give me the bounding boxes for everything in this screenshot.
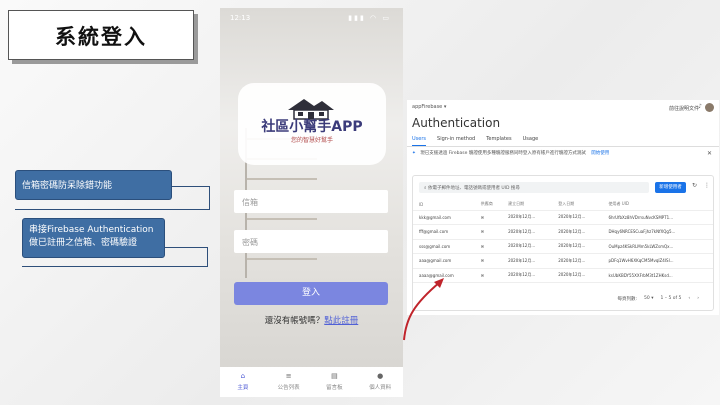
column-header: 登入日期 <box>552 199 603 211</box>
signed-in-date: 2020年12月... <box>552 210 603 225</box>
board-icon: ▤ <box>331 372 338 380</box>
callout-validation-text: 信箱密碼防呆除錯功能 <box>22 181 113 191</box>
signed-in-date: 2020年12月... <box>552 268 603 283</box>
page-title: Authentication <box>412 116 501 130</box>
tab-home[interactable]: ⌂ 主頁 <box>220 367 266 397</box>
column-header: 建立日期 <box>502 199 553 211</box>
table-row[interactable]: aaa@gmail.com ✉ 2020年12月... 2020年12月... … <box>413 253 713 269</box>
bottom-tab-bar: ⌂ 主頁 ≡ 公告列表 ▤ 留言板 ● 個人資料 <box>220 367 403 397</box>
home-icon: ⌂ <box>240 372 246 380</box>
user-uid: OuMpz4KSkRLMm5kLWZsmQx... <box>602 239 713 254</box>
created-date: 2020年12月... <box>502 239 553 254</box>
tab-templates[interactable]: Templates <box>486 136 511 146</box>
pagination: 每頁列數: 50 ▾ 1 – 5 of 5 ‹ › <box>618 296 699 302</box>
app-subtitle: 您的智慧好幫手 <box>290 137 333 144</box>
callout-firebase-line2: 做已註冊之信箱、密碼驗證 <box>29 238 138 248</box>
banner-learn-link[interactable]: 開始使用 <box>591 151 609 156</box>
user-uid: pDFq1WvH6XKqCM5MvqIZ4ISl... <box>602 253 713 269</box>
mail-icon: ✉ <box>474 210 503 225</box>
table-row[interactable]: kkk@gmail.com ✉ 2020年12月... 2020年12月... … <box>413 210 713 225</box>
created-date: 2020年12月... <box>502 268 553 283</box>
sparkle-icon: ✦ <box>412 151 416 156</box>
email-field[interactable]: 信箱 <box>234 190 388 213</box>
created-date: 2020年12月... <box>502 253 553 269</box>
tab-sign-in-method[interactable]: Sign-in method <box>437 136 475 146</box>
status-time: 12:13 <box>230 14 251 22</box>
tab-profile[interactable]: ● 個人資料 <box>357 367 403 397</box>
tab-usage[interactable]: Usage <box>523 136 539 146</box>
mail-icon: ✉ <box>474 239 503 254</box>
signup-link[interactable]: 點此註冊 <box>324 316 358 326</box>
status-indicators: ▮▮▮ ◠ ▭ <box>348 14 391 22</box>
app-title: 社區小幫手APP <box>261 119 363 135</box>
search-input[interactable]: ⌕ 依電子郵件地址、電話號碼或使用者 UID 搜尋 <box>419 182 649 193</box>
slide-title: 系統登入 <box>55 25 147 49</box>
docs-link[interactable]: 前往說明文件 <box>669 105 699 112</box>
created-date: 2020年12月... <box>502 210 553 225</box>
signup-row: 還沒有帳號嗎？點此註冊 <box>220 314 403 326</box>
signed-in-date: 2020年12月... <box>552 239 603 254</box>
slide: 系統登入 信箱密碼防呆除錯功能 串接Firebase Authenticatio… <box>0 0 720 405</box>
user-uid: ksUbKBDY55XXFrbM3t1ZHKsd... <box>602 268 713 283</box>
person-icon: ● <box>377 372 384 380</box>
signup-prompt: 還沒有帳號嗎？ <box>264 316 325 326</box>
list-icon: ≡ <box>285 372 292 380</box>
user-email: kkk@gmail.com <box>413 210 475 225</box>
tab-profile-label: 個人資料 <box>369 385 392 391</box>
login-button[interactable]: 登入 <box>234 282 388 305</box>
close-icon[interactable]: ✕ <box>707 150 712 157</box>
divider <box>407 146 719 147</box>
column-header: 供應商 <box>474 199 503 211</box>
tab-board[interactable]: ▤ 留言板 <box>312 367 358 397</box>
prev-page-icon[interactable]: ‹ <box>688 296 690 302</box>
tab-announcements-label: 公告列表 <box>277 385 300 391</box>
column-header: ID <box>413 199 475 211</box>
phone-status-bar: 12:13 ▮▮▮ ◠ ▭ <box>220 8 403 26</box>
column-header: 使用者 UID <box>602 199 713 211</box>
user-email: aaa@gmail.com <box>413 253 475 269</box>
user-email: fff@gmail.com <box>413 224 475 240</box>
rows-per-page-label: 每頁列數: <box>617 297 638 302</box>
table-row[interactable]: sss@gmail.com ✉ 2020年12月... 2020年12月... … <box>413 239 713 254</box>
tab-board-label: 留言板 <box>326 385 343 391</box>
password-placeholder: 密碼 <box>242 238 258 247</box>
tab-announcements[interactable]: ≡ 公告列表 <box>266 367 312 397</box>
callout-firebase: 串接Firebase Authentication 做已註冊之信箱、密碼驗證 <box>22 218 165 258</box>
annotation-arrow <box>403 278 444 341</box>
next-page-icon[interactable]: › <box>697 296 699 302</box>
tab-home-label: 主頁 <box>237 385 249 391</box>
page-range: 1 – 5 of 5 <box>660 296 682 301</box>
password-field[interactable]: 密碼 <box>234 230 388 253</box>
rows-per-page-select[interactable]: 50 ▾ <box>644 296 653 302</box>
mail-icon: ✉ <box>474 253 503 269</box>
tab-users[interactable]: Users <box>412 136 427 146</box>
user-uid: DHqy6NRCESCuaFjhz7kNfXQg5... <box>602 224 713 240</box>
more-icon[interactable]: ⋮ <box>704 182 710 189</box>
auth-tabs: Users Sign-in method Templates Usage <box>412 136 538 146</box>
callout-validation: 信箱密碼防呆除錯功能 <box>15 170 172 200</box>
slide-title-box: 系統登入 <box>8 10 194 60</box>
signed-in-date: 2020年12月... <box>552 253 603 269</box>
callout-firebase-line1: 串接Firebase Authentication <box>29 225 154 235</box>
banner-text: 現已支援透過 Firebase 驗證使用多種驗證服務同時登入原有帳戶進行驗證方式… <box>420 151 586 156</box>
user-uid: 6hrUfbXz8hVDrrsuNvcKSMPT1... <box>602 210 713 225</box>
search-placeholder: 依電子郵件地址、電話號碼或使用者 UID 搜尋 <box>427 186 520 191</box>
add-user-button[interactable]: 新增使用者 <box>655 182 686 193</box>
table-row[interactable]: fff@gmail.com ✉ 2020年12月... 2020年12月... … <box>413 224 713 240</box>
email-placeholder: 信箱 <box>242 198 258 207</box>
user-email: sss@gmail.com <box>413 239 475 254</box>
signed-in-date: 2020年12月... <box>552 224 603 240</box>
phone-screen: 12:13 ▮▮▮ ◠ ▭ 社區小幫手APP 您的智慧好幫手 信箱 密碼 登入 … <box>220 8 403 397</box>
refresh-icon[interactable]: ↻ <box>692 182 697 189</box>
mail-icon: ✉ <box>474 224 503 240</box>
bell-icon[interactable]: ♪ <box>698 103 702 110</box>
created-date: 2020年12月... <box>502 224 553 240</box>
info-banner: ✦ 現已支援透過 Firebase 驗證使用多種驗證服務同時登入原有帳戶進行驗證… <box>412 150 714 160</box>
avatar[interactable] <box>705 103 714 112</box>
table-header: ID 供應商 建立日期 登入日期 使用者 UID <box>413 199 713 211</box>
mail-icon: ✉ <box>474 268 503 283</box>
project-selector[interactable]: appFirebase ▾ <box>412 104 446 110</box>
